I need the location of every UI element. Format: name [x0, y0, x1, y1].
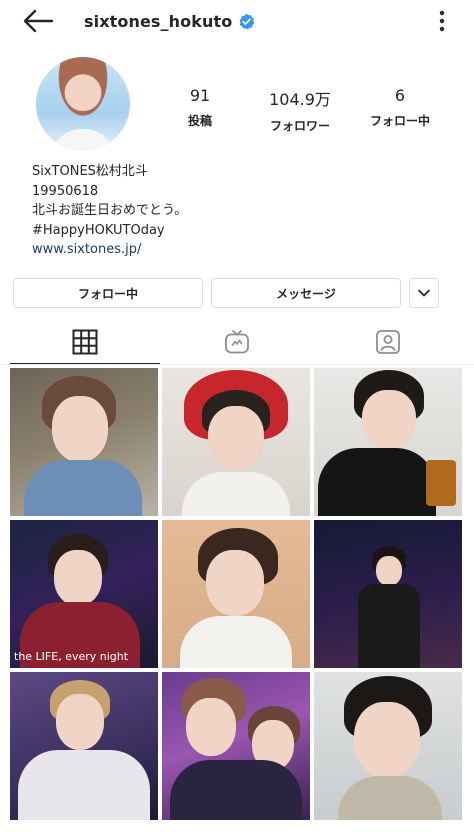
post-thumbnail[interactable] — [314, 520, 462, 668]
suggested-accounts-button[interactable] — [409, 278, 439, 308]
profile-tabs — [0, 320, 474, 364]
bio-name: SixTONES松村北斗 — [32, 164, 148, 179]
avatar-shirt — [50, 129, 116, 151]
post-thumbnail[interactable]: the LIFE, every night — [10, 520, 158, 668]
stat-followers[interactable]: 104.9万 フォロワー — [262, 86, 338, 134]
posts-count: 91 — [189, 86, 211, 105]
post-thumbnail[interactable] — [314, 672, 462, 820]
bio-hashtag: #HappyHOKUTOday — [32, 222, 165, 238]
profile-avatar[interactable] — [36, 57, 130, 151]
following-label: フォロー中 — [369, 114, 430, 128]
post-thumbnail[interactable] — [162, 520, 310, 668]
post-thumbnail[interactable] — [314, 368, 462, 516]
posts-label: 投稿 — [187, 114, 212, 128]
post-caption: the LIFE, every night — [14, 650, 129, 663]
igtv-icon — [225, 330, 249, 354]
bio-message: 北斗お誕生日おめでとう。 — [32, 203, 188, 218]
top-bar: sixtones_hokuto — [0, 0, 474, 42]
bio-link[interactable]: www.sixtones.jp/ — [32, 240, 452, 260]
profile-header: sixtones_hokuto — [84, 9, 255, 33]
back-arrow-icon[interactable] — [22, 8, 54, 34]
grid-icon — [72, 329, 98, 354]
tab-igtv[interactable] — [162, 320, 312, 364]
tagged-icon — [376, 330, 400, 354]
post-thumbnail[interactable] — [10, 368, 158, 516]
stat-following[interactable]: 6 フォロー中 — [364, 86, 436, 129]
tabs-divider — [0, 364, 474, 365]
followers-label: フォロワー — [269, 119, 330, 133]
stat-posts: 91 投稿 — [172, 86, 228, 129]
profile-username: sixtones_hokuto — [84, 11, 233, 31]
chevron-down-icon — [418, 289, 430, 297]
verified-badge-icon — [239, 13, 255, 29]
profile-bio: SixTONES松村北斗 19950618 北斗お誕生日おめでとう。 #Happ… — [32, 162, 452, 260]
more-options-icon[interactable] — [432, 8, 452, 34]
post-thumbnail[interactable] — [10, 672, 158, 820]
message-button[interactable]: メッセージ — [211, 278, 401, 308]
tab-tagged[interactable] — [313, 320, 463, 364]
following-button[interactable]: フォロー中 — [13, 278, 203, 308]
post-thumbnail[interactable] — [162, 368, 310, 516]
tab-posts-grid[interactable] — [10, 320, 160, 364]
following-count: 6 — [394, 86, 406, 105]
post-thumbnail[interactable] — [162, 672, 310, 820]
bio-birthdate: 19950618 — [32, 183, 99, 199]
followers-count: 104.9万 — [269, 90, 331, 109]
